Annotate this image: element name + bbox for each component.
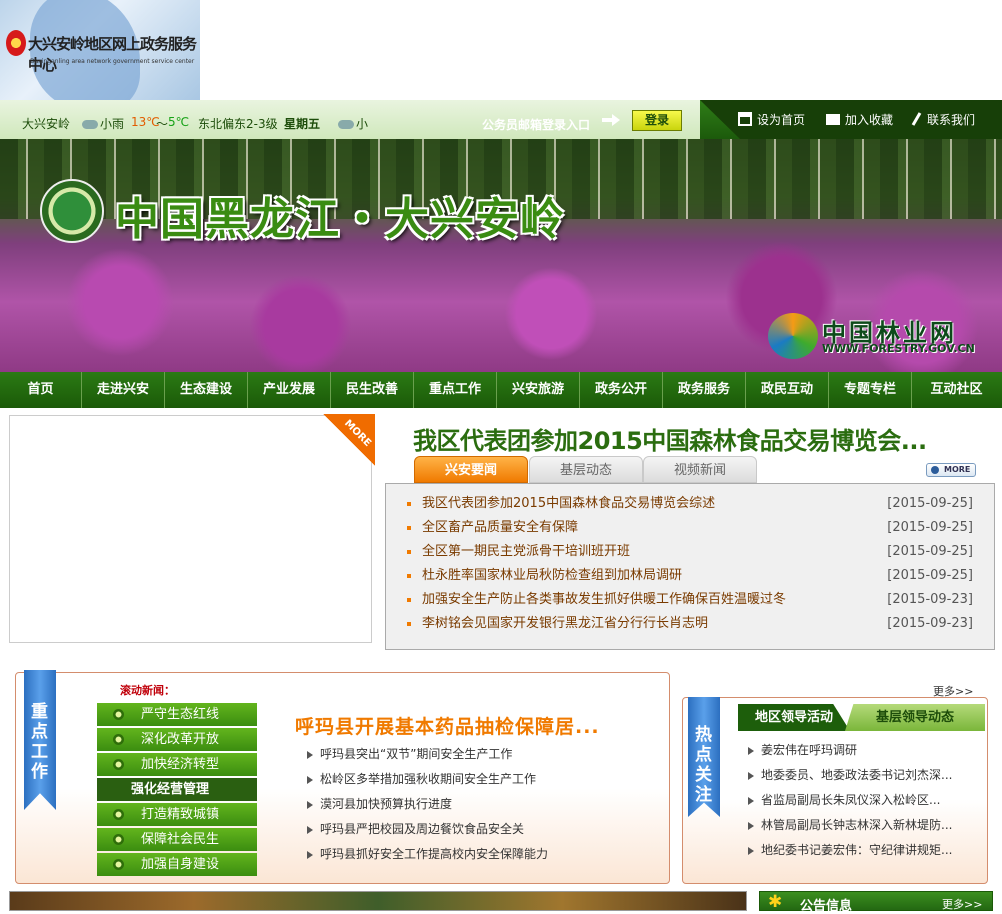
home-icon (738, 112, 752, 126)
list-item[interactable]: 我区代表团参加2015中国森林食品交易博览会综述 [2015-09-25] (386, 492, 994, 516)
weather-condition: 小雨 (82, 115, 124, 132)
forestry-swirl-icon (768, 313, 818, 359)
nav-item[interactable]: 生态建设 (165, 372, 248, 408)
list-item[interactable]: 松岭区多举措加强秋收期间安全生产工作 (305, 767, 655, 792)
tab-grassroots-leaders[interactable]: 基层领导动态 (845, 704, 985, 731)
nav-item[interactable]: 产业发展 (248, 372, 331, 408)
key-work-title[interactable]: 呼玛县开展基本药品抽检保障居... (295, 712, 600, 739)
key-work-ribbon: 重点工作 (24, 670, 56, 810)
email-login-label: 公务员邮箱登录入口 (482, 118, 591, 132)
scroll-news-label: 滚动新闻： (120, 684, 175, 697)
login-button[interactable]: 登录 (632, 110, 682, 131)
nav-item[interactable]: 政务服务 (663, 372, 746, 408)
notice-label: 公告信息 (800, 899, 853, 914)
photo-more-link[interactable]: MORE (323, 414, 375, 466)
banner: 中国黑龙江・大兴安岭 中国林业网 WWW.FORESTRY.GOV.CN (0, 139, 1002, 372)
nav-item[interactable]: 专题专栏 (829, 372, 912, 408)
list-item[interactable]: 全区第一期民主党派骨干培训班开班 [2015-09-25] (386, 540, 994, 564)
main-nav: 首页 走进兴安 生态建设 产业发展 民生改善 重点工作 兴安旅游 政务公开 政务… (0, 372, 1002, 408)
bookmark-link[interactable]: 加入收藏 (826, 111, 893, 128)
tab-xingan-news[interactable]: 兴安要闻 (414, 456, 528, 483)
weather-next: 小 (338, 115, 368, 132)
rain-cloud-icon (338, 120, 354, 129)
nav-item[interactable]: 兴安旅游 (497, 372, 580, 408)
contact-link[interactable]: 联系我们 (911, 111, 975, 128)
notice-header: ✱ 公告信息 更多>> (759, 891, 993, 914)
set-home-link[interactable]: 设为首页 (738, 111, 805, 128)
list-item[interactable]: 呼玛县突出“双节”期间安全生产工作 (305, 742, 655, 767)
category-item[interactable]: 加快经济转型 (97, 753, 257, 776)
category-item[interactable]: 严守生态红线 (97, 703, 257, 726)
weather-temp-low: 5℃ (168, 115, 190, 129)
weather-temp-sep: ～ (156, 117, 169, 131)
weather-city: 大兴安岭 (22, 117, 71, 131)
headline[interactable]: 我区代表团参加2015中国森林食品交易博览会... (413, 421, 927, 456)
tab-video-news[interactable]: 视频新闻 (643, 456, 757, 483)
nav-item[interactable]: 互动社区 (912, 372, 1001, 408)
list-item[interactable]: 地纪委书记姜宏伟：守纪律讲规矩... (746, 838, 976, 863)
category-item[interactable]: 加强自身建设 (97, 853, 257, 876)
key-work-list: 呼玛县突出“双节”期间安全生产工作 松岭区多举措加强秋收期间安全生产工作 漠河县… (305, 742, 655, 867)
featured-photo[interactable] (9, 415, 372, 643)
rain-cloud-icon (82, 120, 98, 129)
mountain-emblem-icon (40, 179, 104, 243)
nav-item[interactable]: 民生改善 (331, 372, 414, 408)
national-emblem-icon (6, 30, 26, 56)
hot-topics-ribbon: 热点关注 (688, 697, 720, 817)
weather-bar: 大兴安岭 小雨 13℃ ～ 5℃ 东北偏东2-3级 星期五 小 (0, 100, 700, 139)
weather-wind: 东北偏东2-3级 (198, 117, 278, 131)
key-work-categories: 严守生态红线 深化改革开放 加快经济转型 强化经营管理 打造精致城镇 保障社会民… (97, 703, 257, 878)
logo-title: 大兴安岭地区网上政务服务中心 (28, 35, 197, 74)
nav-item[interactable]: 政务公开 (580, 372, 663, 408)
tab-grassroots[interactable]: 基层动态 (529, 456, 643, 483)
list-item[interactable]: 林管局副局长钟志林深入新林堤防... (746, 813, 976, 838)
arrow-right-icon (602, 114, 620, 126)
list-item[interactable]: 杜永胜率国家林业局秋防检查组到加林局调研 [2015-09-25] (386, 564, 994, 588)
list-item[interactable]: 姜宏伟在呼玛调研 (746, 738, 976, 763)
photo-strip[interactable] (9, 891, 747, 911)
notice-more-link[interactable]: 更多>> (942, 896, 982, 912)
list-item[interactable]: 加强安全生产防止各类事故发生抓好供暖工作确保百姓温暖过冬 [2015-09-23] (386, 588, 994, 612)
nav-item[interactable]: 首页 (0, 372, 82, 408)
star-icon: ✱ (768, 892, 783, 912)
site-logo[interactable]: 大兴安岭地区网上政务服务中心 Daxinganling area network… (0, 0, 200, 100)
banner-title: 中国黑龙江・大兴安岭 (115, 194, 565, 245)
top-bar: 大兴安岭 小雨 13℃ ～ 5℃ 东北偏东2-3级 星期五 小 公务员邮箱登录入… (0, 100, 1002, 139)
list-item[interactable]: 李树铭会见国家开发银行黑龙江省分行行长肖志明 [2015-09-23] (386, 612, 994, 636)
weather-weekday: 星期五 (284, 117, 321, 131)
news-more-button[interactable]: MORE (926, 463, 976, 477)
category-item[interactable]: 打造精致城镇 (97, 803, 257, 826)
category-item[interactable]: 保障社会民生 (97, 828, 257, 851)
list-item[interactable]: 全区畜产品质量安全有保障 [2015-09-25] (386, 516, 994, 540)
list-item[interactable]: 省监局副局长朱凤仪深入松岭区... (746, 788, 976, 813)
list-item[interactable]: 地委委员、地委政法委书记刘杰深... (746, 763, 976, 788)
nav-item[interactable]: 政民互动 (746, 372, 829, 408)
category-item-active[interactable]: 强化经营管理 (97, 778, 257, 801)
news-list: 我区代表团参加2015中国森林食品交易博览会综述 [2015-09-25] 全区畜… (385, 483, 995, 650)
folder-icon (826, 114, 840, 125)
list-item[interactable]: 呼玛县抓好安全工作提高校内安全保障能力 (305, 842, 655, 867)
forestry-logo[interactable]: 中国林业网 WWW.FORESTRY.GOV.CN (768, 311, 988, 361)
list-item[interactable]: 漠河县加快预算执行进度 (305, 792, 655, 817)
logo-subtitle: Daxinganling area network government ser… (30, 58, 195, 65)
nav-item[interactable]: 走进兴安 (82, 372, 165, 408)
forestry-en: WWW.FORESTRY.GOV.CN (822, 342, 975, 355)
tab-leader-activities[interactable]: 地区领导活动 (738, 704, 850, 731)
category-item[interactable]: 深化改革开放 (97, 728, 257, 751)
hot-topics-list: 姜宏伟在呼玛调研 地委委员、地委政法委书记刘杰深... 省监局副局长朱凤仪深入松… (746, 738, 976, 863)
nav-item[interactable]: 重点工作 (414, 372, 497, 408)
list-item[interactable]: 呼玛县严把校园及周边餐饮食品安全关 (305, 817, 655, 842)
